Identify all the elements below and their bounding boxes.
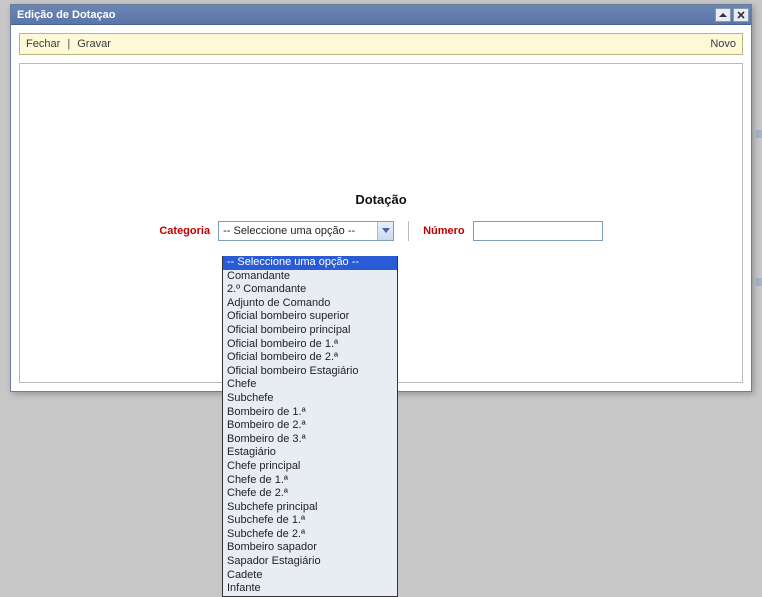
- dropdown-option[interactable]: Subchefe de 2.ª: [223, 528, 397, 542]
- toolbar-container: Fechar | Gravar Novo: [11, 25, 751, 55]
- dropdown-option[interactable]: Comandante: [223, 270, 397, 284]
- dropdown-option[interactable]: Bombeiro de 3.ª: [223, 433, 397, 447]
- label-categoria: Categoria: [159, 225, 210, 237]
- categoria-dropdown[interactable]: -- Seleccione uma opção --Comandante2.º …: [222, 256, 398, 597]
- dropdown-option[interactable]: Estagiário: [223, 446, 397, 460]
- categoria-select[interactable]: -- Seleccione uma opção --: [218, 221, 394, 241]
- dropdown-option[interactable]: Chefe de 1.ª: [223, 474, 397, 488]
- dropdown-option[interactable]: Adjunto de Comando: [223, 297, 397, 311]
- dropdown-option[interactable]: Bombeiro de 1.ª: [223, 406, 397, 420]
- dropdown-option[interactable]: 2.º Comandante: [223, 283, 397, 297]
- dropdown-option[interactable]: Chefe principal: [223, 460, 397, 474]
- maximize-button[interactable]: [715, 8, 731, 22]
- form-heading: Dotação: [20, 192, 742, 207]
- field-divider: [408, 221, 409, 241]
- toolbar-separator: |: [67, 38, 70, 50]
- toolbar-gravar[interactable]: Gravar: [77, 38, 111, 50]
- dropdown-option[interactable]: Oficial bombeiro principal: [223, 324, 397, 338]
- maximize-icon: [718, 11, 728, 19]
- dropdown-option[interactable]: Oficial bombeiro superior: [223, 310, 397, 324]
- categoria-selected-text: -- Seleccione uma opção --: [223, 225, 377, 237]
- titlebar: Edição de Dotaçao: [11, 5, 751, 25]
- close-icon: [737, 11, 745, 19]
- dropdown-option[interactable]: Cadete: [223, 569, 397, 583]
- form-row: Categoria -- Seleccione uma opção -- Núm…: [20, 221, 742, 241]
- dropdown-option[interactable]: Oficial bombeiro de 1.ª: [223, 338, 397, 352]
- toolbar-novo[interactable]: Novo: [710, 38, 736, 50]
- dropdown-option[interactable]: Chefe de 2.ª: [223, 487, 397, 501]
- bg-decoration: [756, 130, 762, 138]
- dropdown-option[interactable]: Bombeiro sapador: [223, 541, 397, 555]
- label-numero: Número: [423, 225, 465, 237]
- toolbar: Fechar | Gravar Novo: [19, 33, 743, 55]
- dropdown-option[interactable]: Oficial bombeiro de 2.ª: [223, 351, 397, 365]
- toolbar-fechar[interactable]: Fechar: [26, 38, 60, 50]
- dropdown-option[interactable]: Bombeiro de 2.ª: [223, 419, 397, 433]
- dropdown-option[interactable]: Oficial bombeiro Estagiário: [223, 365, 397, 379]
- toolbar-left: Fechar | Gravar: [26, 38, 710, 50]
- dropdown-option[interactable]: Chefe: [223, 378, 397, 392]
- dropdown-option[interactable]: -- Seleccione uma opção --: [223, 256, 397, 270]
- dropdown-option[interactable]: Infante: [223, 582, 397, 596]
- chevron-down-icon: [377, 222, 393, 240]
- bg-decoration: [756, 278, 762, 286]
- numero-input[interactable]: [473, 221, 603, 241]
- dropdown-option[interactable]: Subchefe principal: [223, 501, 397, 515]
- close-button[interactable]: [733, 8, 749, 22]
- window-title: Edição de Dotaçao: [17, 9, 713, 21]
- dropdown-option[interactable]: Subchefe: [223, 392, 397, 406]
- dropdown-option[interactable]: Sapador Estagiário: [223, 555, 397, 569]
- dropdown-option[interactable]: Subchefe de 1.ª: [223, 514, 397, 528]
